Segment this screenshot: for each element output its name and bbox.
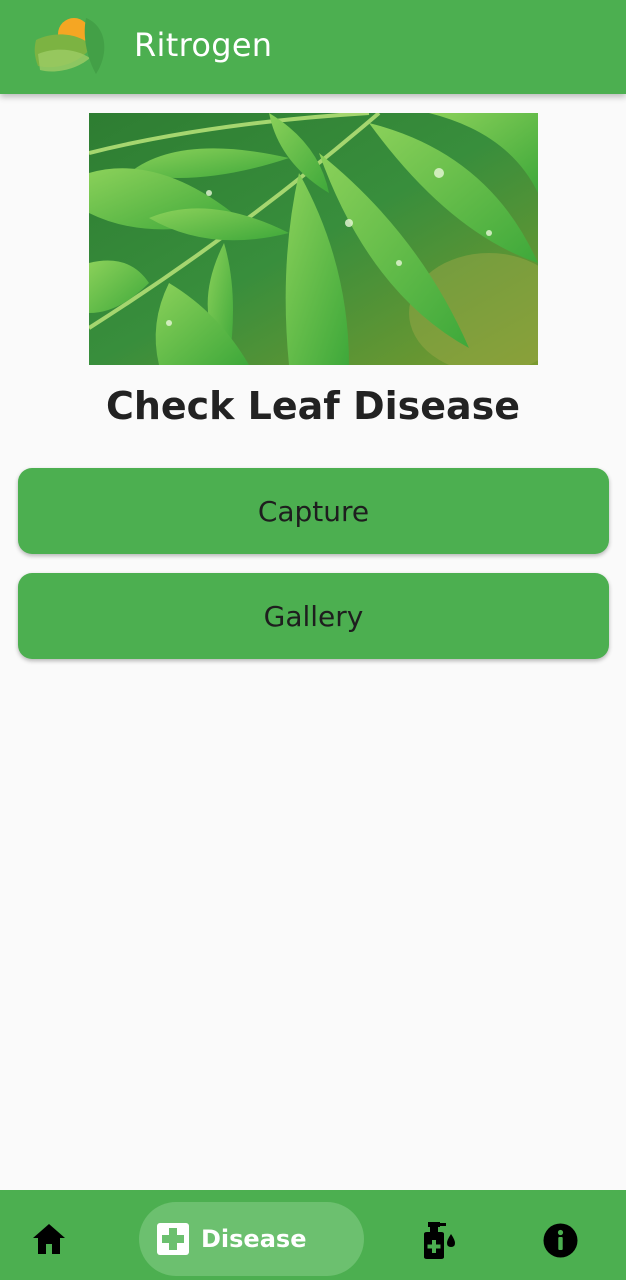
page-title: Check Leaf Disease bbox=[105, 384, 521, 428]
neem-leaves-image bbox=[89, 113, 538, 365]
nav-item-disease-label: Disease bbox=[201, 1225, 307, 1253]
nav-item-disease[interactable]: Disease bbox=[139, 1202, 364, 1276]
home-icon bbox=[33, 1224, 65, 1254]
gallery-button[interactable]: Gallery bbox=[18, 573, 609, 659]
spray-bottle-icon bbox=[424, 1222, 455, 1259]
nav-item-info[interactable] bbox=[543, 1223, 578, 1258]
leaf-sun-logo-icon bbox=[34, 18, 105, 74]
app-bar: Ritrogen bbox=[0, 0, 626, 94]
bottom-nav: Disease bbox=[0, 1190, 626, 1280]
gallery-button-label: Gallery bbox=[263, 599, 364, 633]
nav-item-treatment[interactable] bbox=[418, 1220, 458, 1260]
nav-item-home[interactable] bbox=[31, 1222, 67, 1256]
capture-button[interactable]: Capture bbox=[18, 468, 609, 554]
app-title: Ritrogen bbox=[134, 26, 273, 64]
medical-plus-icon bbox=[157, 1223, 189, 1255]
capture-button-label: Capture bbox=[257, 494, 370, 528]
info-icon bbox=[543, 1223, 578, 1258]
